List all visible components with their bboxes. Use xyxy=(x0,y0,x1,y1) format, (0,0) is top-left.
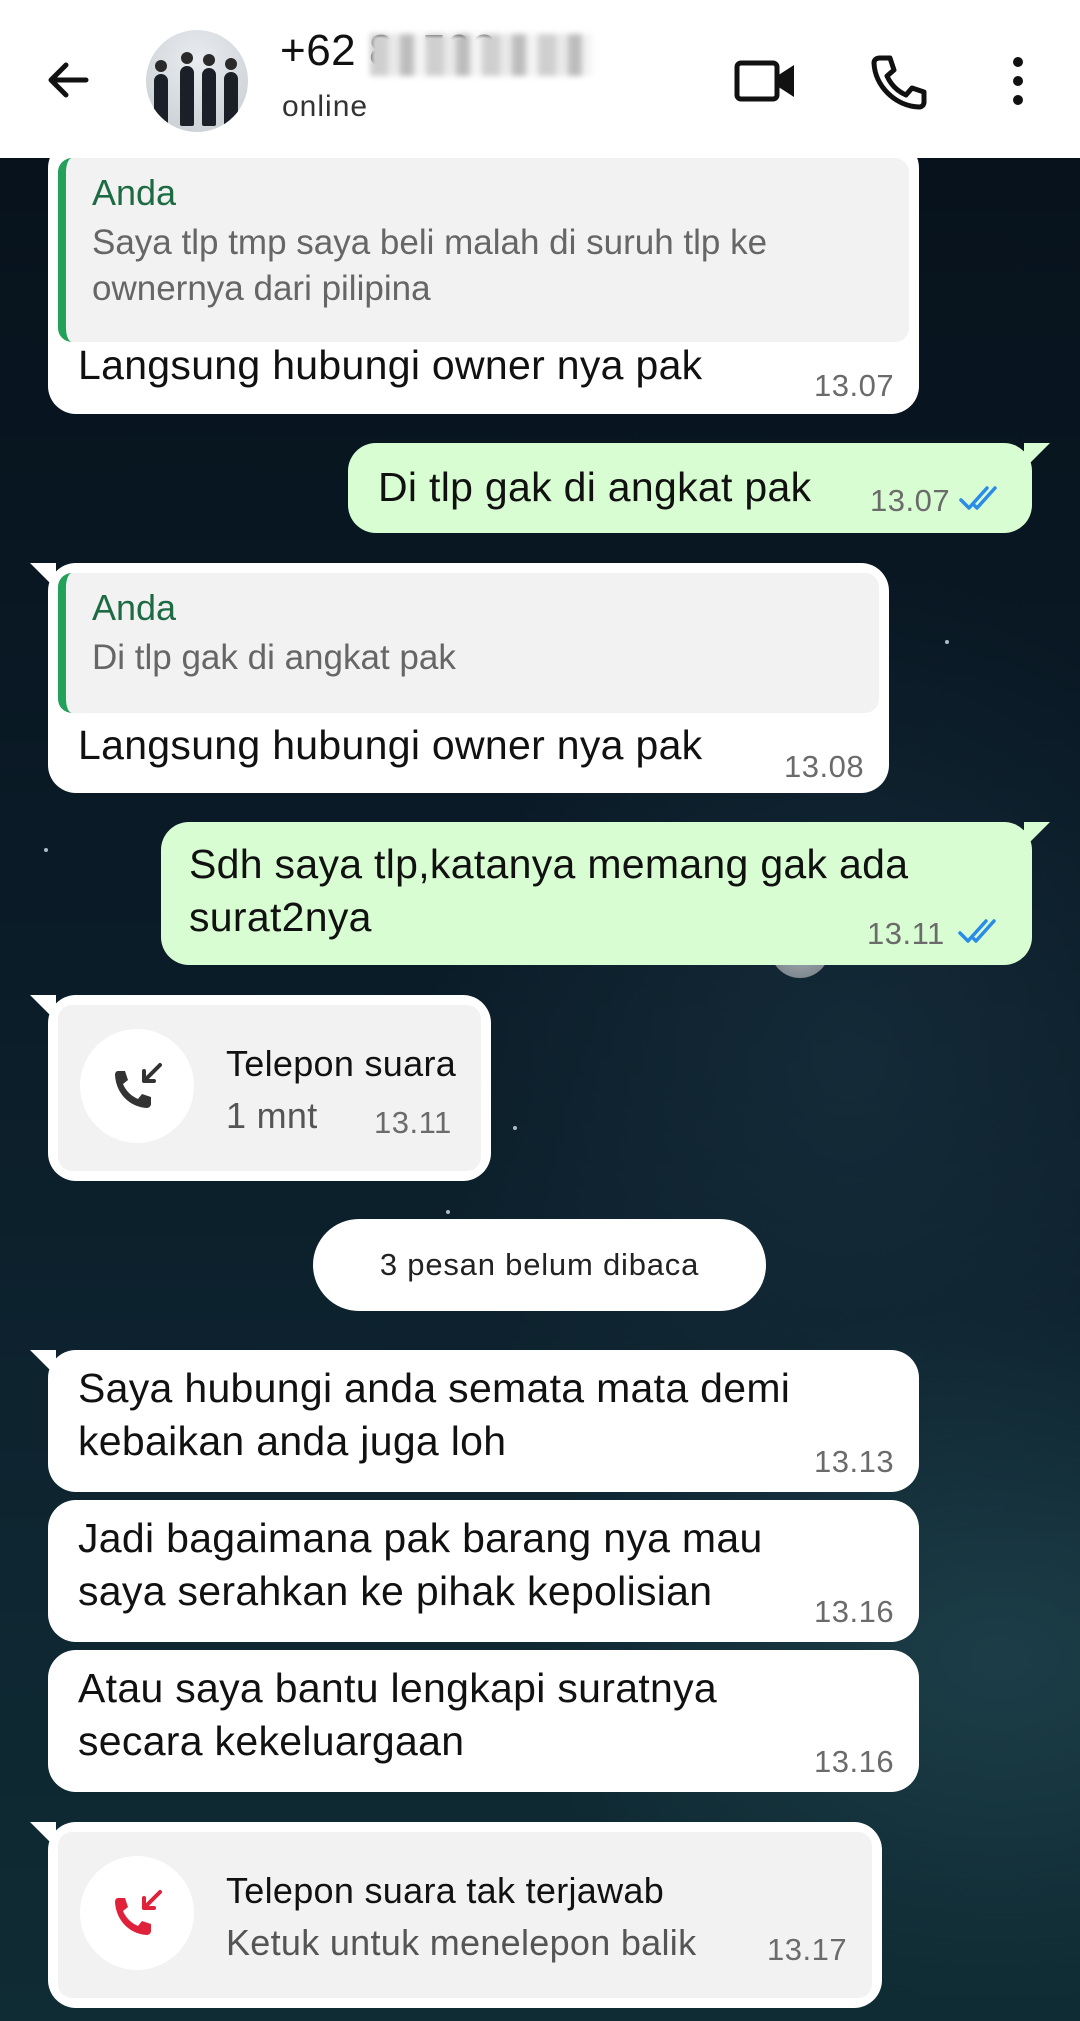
message-bubble-incoming[interactable]: Jadi bagaimana pak barang nya mau saya s… xyxy=(48,1500,919,1642)
missed-call-bubble[interactable]: Telepon suara tak terjawab Ketuk untuk m… xyxy=(30,1822,882,2008)
message-time: 13.16 xyxy=(814,1744,895,1779)
call-title: Telepon suara xyxy=(226,1043,457,1084)
call-callback-hint: Ketuk untuk menelepon balik xyxy=(226,1922,697,1963)
call-title: Telepon suara tak terjawab xyxy=(226,1870,665,1911)
call-log-bubble[interactable]: Telepon suara 1 mnt 13.11 xyxy=(30,995,491,1181)
call-icon-circle xyxy=(80,1856,194,1970)
message-text: Atau saya bantu lengkapi suratnya secara… xyxy=(78,1665,717,1764)
quote-author: Anda xyxy=(92,172,177,213)
quote-text: Saya tlp tmp saya beli malah di suruh tl… xyxy=(92,223,768,308)
message-time: 13.07 xyxy=(814,368,895,403)
star-decoration xyxy=(945,640,949,644)
unread-messages-divider: 3 pesan belum dibaca xyxy=(313,1219,766,1311)
video-call-icon[interactable] xyxy=(732,48,802,114)
message-bubble-outgoing[interactable]: Sdh saya tlp,katanya memang gak ada sura… xyxy=(161,822,1050,965)
star-decoration xyxy=(446,1210,450,1214)
message-bubble-outgoing[interactable]: Di tlp gak di angkat pak 13.07 xyxy=(348,443,1050,533)
redacted-number xyxy=(370,34,592,76)
message-bubble-incoming[interactable]: Anda Saya tlp tmp saya beli malah di sur… xyxy=(48,140,919,414)
voice-call-icon[interactable] xyxy=(862,48,932,114)
call-duration: 1 mnt xyxy=(226,1095,318,1136)
incoming-call-icon xyxy=(115,1063,162,1108)
message-bubble-incoming[interactable]: Atau saya bantu lengkapi suratnya secara… xyxy=(48,1650,919,1792)
message-text: Di tlp gak di angkat pak xyxy=(378,464,812,510)
message-bubble-incoming[interactable]: Anda Di tlp gak di angkat pak Langsung h… xyxy=(30,563,889,793)
message-text: Langsung hubungi owner nya pak xyxy=(78,722,703,768)
message-text: Saya hubungi anda semata mata demi kebai… xyxy=(78,1365,791,1464)
contact-avatar[interactable] xyxy=(146,30,248,132)
quote-author: Anda xyxy=(92,587,177,628)
quoted-reply[interactable]: Anda Saya tlp tmp saya beli malah di sur… xyxy=(58,158,909,342)
message-time: 13.11 xyxy=(867,916,945,951)
star-decoration xyxy=(44,848,48,852)
quoted-reply[interactable]: Anda Di tlp gak di angkat pak xyxy=(58,573,879,713)
chat-header: +62 8 -502 online xyxy=(0,0,1080,158)
message-text: Sdh saya tlp,katanya memang gak ada sura… xyxy=(189,841,909,940)
message-time: 13.17 xyxy=(767,1932,848,1967)
message-text: Langsung hubungi owner nya pak xyxy=(78,342,703,388)
read-receipt-icon xyxy=(958,919,996,943)
message-time: 13.11 xyxy=(374,1105,452,1140)
message-bubble-incoming[interactable]: Saya hubungi anda semata mata demi kebai… xyxy=(30,1350,919,1492)
call-card[interactable]: Telepon suara 1 mnt 13.11 xyxy=(58,1005,481,1171)
missed-call-icon xyxy=(115,1890,162,1935)
more-options-icon[interactable] xyxy=(985,48,1035,114)
quote-text: Di tlp gak di angkat pak xyxy=(92,638,456,677)
back-arrow-icon[interactable] xyxy=(38,50,98,110)
message-text: Jadi bagaimana pak barang nya mau saya s… xyxy=(78,1515,763,1614)
message-time: 13.16 xyxy=(814,1594,895,1629)
message-time: 13.13 xyxy=(814,1444,895,1479)
call-card[interactable]: Telepon suara tak terjawab Ketuk untuk m… xyxy=(58,1832,872,1998)
star-decoration xyxy=(513,1126,517,1130)
message-time: 13.07 xyxy=(870,483,951,518)
call-icon-circle xyxy=(80,1029,194,1143)
read-receipt-icon xyxy=(959,486,997,510)
message-time: 13.08 xyxy=(784,749,865,784)
contact-status: online xyxy=(282,90,369,123)
